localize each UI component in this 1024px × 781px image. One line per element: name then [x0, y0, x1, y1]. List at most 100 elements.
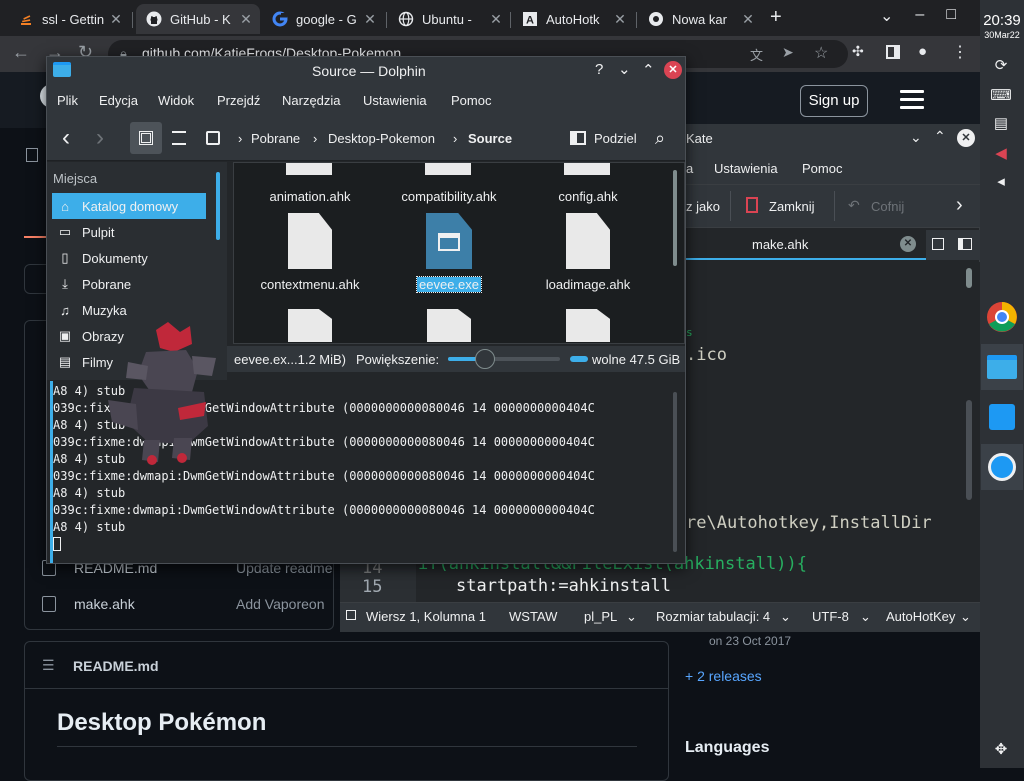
file-icon[interactable] [288, 309, 332, 342]
browser-tab-3[interactable]: google - G ✕ [262, 4, 384, 34]
close-icon[interactable]: ✕ [488, 11, 504, 27]
kate-menu-item[interactable]: Ustawienia [714, 161, 778, 176]
file-icon[interactable] [427, 309, 471, 342]
details-view-icon[interactable] [206, 131, 220, 145]
editor-scrollbar[interactable] [966, 268, 972, 288]
place-desktop[interactable]: ▭ Pulpit [52, 219, 206, 245]
close-button[interactable]: Zamknij [769, 199, 815, 214]
file-item[interactable]: config.ahk [518, 181, 658, 204]
signup-button[interactable]: Sign up [800, 85, 868, 117]
editor-minimap-scrollbar[interactable] [966, 400, 972, 500]
minimize-icon[interactable]: ⌄ [618, 60, 631, 78]
encoding[interactable]: UTF-8 [812, 609, 849, 624]
browser-tab-2[interactable]: GitHub - K ✕ [136, 4, 260, 34]
dictionary-language[interactable]: pl_PL [584, 609, 617, 624]
breadcrumb-current[interactable]: Source [468, 131, 512, 146]
close-icon[interactable]: ✕ [238, 11, 254, 27]
file-name[interactable]: make.ahk [74, 596, 135, 612]
task-kate[interactable] [981, 444, 1023, 490]
chevron-right-icon[interactable]: › [956, 194, 963, 217]
keyboard-icon[interactable]: ⌨ [990, 86, 1012, 106]
zoom-slider-handle[interactable] [474, 349, 495, 369]
task-chrome[interactable] [981, 294, 1023, 340]
clock-date[interactable]: 30Mar22 [982, 30, 1022, 40]
profile-icon[interactable]: ● [918, 43, 927, 60]
menu-view[interactable]: Widok [158, 93, 194, 108]
place-home[interactable]: ⌂ Katalog domowy [52, 193, 206, 219]
minimize-icon[interactable]: – [915, 6, 924, 26]
clipboard-icon[interactable]: ▤ [990, 114, 1012, 134]
input-mode[interactable]: WSTAW [509, 609, 557, 624]
releases-link[interactable]: + 2 releases [685, 668, 762, 684]
undo-button[interactable]: Cofnij [871, 199, 904, 214]
places-scrollbar[interactable] [216, 172, 220, 240]
new-document-icon[interactable] [932, 238, 944, 250]
menu-settings[interactable]: Ustawienia [363, 93, 427, 108]
close-icon[interactable]: ✕ [740, 11, 756, 27]
chevron-down-icon[interactable]: ⌄ [860, 609, 871, 625]
kdeconnect-icon[interactable]: ⟳ [990, 56, 1012, 76]
close-icon[interactable]: ✕ [612, 11, 628, 27]
send-icon[interactable]: ➤ [782, 44, 794, 61]
chevron-up-icon[interactable]: ⌃ [934, 128, 946, 145]
kate-menu-item[interactable]: a [686, 161, 693, 176]
browser-tab-1[interactable]: ssl - Gettin ✕ [8, 4, 130, 34]
translate-icon[interactable]: 文 [750, 45, 763, 64]
kate-menu-item[interactable]: Pomoc [802, 161, 842, 176]
chevron-down-icon[interactable]: ⌄ [880, 6, 893, 26]
place-documents[interactable]: ▯ Dokumenty [52, 245, 206, 271]
bookmark-star-icon[interactable]: ☆ [814, 43, 828, 63]
expand-tray-icon[interactable]: ◂ [990, 172, 1012, 192]
syntax-mode[interactable]: AutoHotKey [886, 609, 956, 624]
browser-tab-5[interactable]: A AutoHotk ✕ [512, 4, 634, 34]
menu-tools[interactable]: Narzędzia [282, 93, 341, 108]
tab-size[interactable]: Rozmiar tabulacji: 4 [656, 609, 770, 624]
list-icon[interactable]: ☰ [42, 657, 55, 674]
menu-help[interactable]: Pomoc [451, 93, 491, 108]
task-discover[interactable] [981, 394, 1023, 440]
compact-view-icon[interactable] [172, 131, 186, 145]
menu-go[interactable]: Przejdź [217, 93, 260, 108]
place-downloads[interactable]: ⤓ Pobrane [52, 271, 206, 297]
browser-tab-4[interactable]: Ubuntu - ✕ [388, 4, 510, 34]
task-dolphin[interactable] [981, 344, 1023, 390]
zoom-slider[interactable] [448, 349, 560, 369]
file-item[interactable]: compatibility.ahk [379, 181, 519, 204]
chevron-down-icon[interactable]: ⌄ [780, 609, 791, 625]
file-row-make[interactable]: make.ahk Add Vaporeon [26, 586, 336, 622]
file-item[interactable]: loadimage.ahk [518, 213, 658, 292]
clock-time[interactable]: 20:39 [982, 12, 1022, 29]
split-button[interactable]: Podziel [594, 131, 637, 146]
file-item[interactable]: animation.ahk [240, 181, 380, 204]
save-as-button[interactable]: z jako [686, 199, 720, 214]
breadcrumb-item[interactable]: Desktop-Pokemon [328, 131, 435, 146]
more-vert-icon[interactable]: ⋮ [952, 42, 968, 62]
file-item[interactable]: contextmenu.ahk [240, 213, 380, 292]
cursor-position[interactable]: Wiersz 1, Kolumna 1 [366, 609, 486, 624]
file-item-selected[interactable]: eevee.exe [379, 213, 519, 293]
close-icon[interactable]: ✕ [664, 61, 682, 79]
chevron-down-icon[interactable]: ⌄ [626, 609, 637, 625]
close-icon[interactable]: ✕ [362, 11, 378, 27]
undo-icon[interactable]: ↶ [848, 197, 860, 214]
back-icon[interactable]: ‹ [62, 124, 70, 152]
terminal-scrollbar[interactable] [673, 392, 677, 552]
close-icon[interactable]: ✕ [957, 129, 975, 147]
place-music[interactable]: ♫ Muzyka [52, 297, 206, 323]
browser-tab-6[interactable]: Nowa kar ✕ [638, 4, 762, 34]
hamburger-menu-icon[interactable] [900, 90, 924, 114]
close-tab-icon[interactable]: ✕ [900, 236, 916, 252]
maximize-icon[interactable]: ⌃ [642, 61, 655, 79]
search-icon[interactable]: ⌕ [655, 128, 665, 149]
chevron-down-icon[interactable]: ⌄ [910, 129, 922, 146]
help-icon[interactable]: ? [595, 61, 603, 78]
sidebar-toggle-icon[interactable] [346, 610, 356, 620]
close-icon[interactable]: ✕ [108, 11, 124, 27]
back-arrow-icon[interactable]: ← [12, 42, 30, 63]
move-panel-icon[interactable]: ✥ [990, 740, 1012, 760]
file-view-scrollbar[interactable] [673, 170, 677, 266]
chevron-down-icon[interactable]: ⌄ [960, 609, 971, 625]
forward-icon[interactable]: › [96, 124, 104, 152]
menu-file[interactable]: Plik [57, 93, 78, 108]
side-panel-icon[interactable] [886, 45, 900, 59]
